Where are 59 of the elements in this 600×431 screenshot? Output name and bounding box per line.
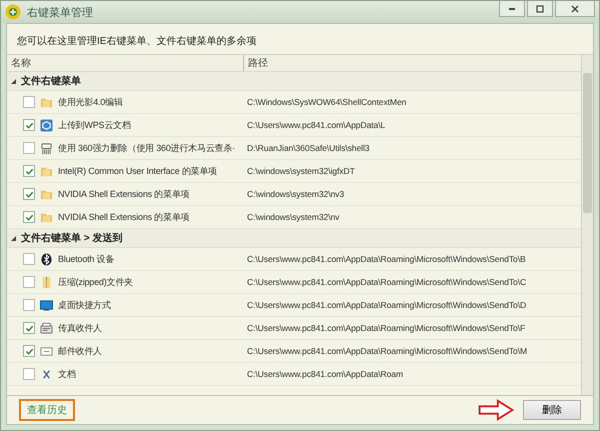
checkbox[interactable] <box>23 345 35 357</box>
item-name: 文档 <box>58 368 76 380</box>
delete-button[interactable]: 删除 <box>523 400 581 420</box>
bluetooth-icon <box>40 252 53 266</box>
cube-icon <box>40 118 53 132</box>
zip-folder-icon <box>40 276 53 288</box>
scrollbar[interactable] <box>581 55 593 395</box>
checkbox[interactable] <box>23 165 35 177</box>
item-name: 邮件收件人 <box>58 344 102 358</box>
desktop-icon <box>40 298 53 312</box>
item-name: Intel(R) Common User Interface 的菜单项 <box>58 164 218 178</box>
minimize-icon <box>509 8 515 10</box>
pointer-arrow <box>477 399 515 421</box>
item-name: 压缩(zipped)文件夹 <box>58 276 133 288</box>
group-header[interactable]: 文件右键菜单 > 发送到 <box>7 229 581 248</box>
item-path: C:\Users\www.pc841.com\AppData\Roaming\Microsoft\Windows\SendTo\F <box>247 323 526 333</box>
item-path: C:\windows\system32\igfxDT <box>247 166 355 176</box>
checkbox[interactable] <box>23 368 35 380</box>
group-header[interactable]: 文件右键菜单 <box>7 72 581 91</box>
description-text: 您可以在这里管理IE右键菜单、文件右键菜单的多余项 <box>16 34 258 49</box>
minimize-button[interactable] <box>499 1 525 17</box>
shredder-icon <box>40 142 53 154</box>
column-header[interactable]: 名称 <box>7 55 243 71</box>
envelope-icon <box>40 344 53 358</box>
close-button[interactable] <box>555 1 595 17</box>
item-name: NVIDIA Shell Extensions 的菜单项 <box>58 210 190 224</box>
item-path: C:\Windows\SysWOW64\ShellContextMen <box>247 97 406 107</box>
maximize-icon <box>535 4 545 14</box>
item-name: 桌面快捷方式 <box>58 298 111 312</box>
checkbox[interactable] <box>23 188 35 200</box>
close-icon <box>570 4 580 14</box>
checkbox[interactable] <box>23 253 35 265</box>
item-name: Bluetooth 设备 <box>58 252 114 266</box>
item-path: C:\Users\www.pc841.com\AppData\Roam <box>247 369 404 379</box>
fax-icon <box>40 322 53 334</box>
item-path: C:\windows\system32\nv3 <box>247 189 344 199</box>
window-title: 右键菜单管理 <box>27 6 93 20</box>
checkbox[interactable] <box>23 96 35 108</box>
item-path: C:\Users\www.pc841.com\AppData\L <box>247 120 386 130</box>
item-path: C:\windows\system32\nv <box>247 212 340 222</box>
view-history-link[interactable]: 查看历史 <box>19 399 75 421</box>
item-name: 使用 360强力删除（使用 360进行木马云查杀· <box>58 142 236 154</box>
checkbox[interactable] <box>23 276 35 288</box>
checkbox[interactable] <box>23 211 35 223</box>
item-path: C:\Users\www.pc841.com\AppData\Roaming\Microsoft\Windows\SendTo\C <box>247 277 526 287</box>
app-logo-icon <box>5 4 21 20</box>
item-name: NVIDIA Shell Extensions 的菜单项 <box>58 188 190 200</box>
item-path: D:\RuanJian\360Safe\Utils\shell3 <box>247 143 370 153</box>
item-path: C:\Users\www.pc841.com\AppData\Roaming\Microsoft\Windows\SendTo\B <box>247 254 526 264</box>
item-name: 传真收件人 <box>58 322 102 334</box>
item-name: 使用光影4.0编辑 <box>58 96 123 108</box>
checkbox[interactable] <box>23 322 35 334</box>
checkbox[interactable] <box>23 119 35 131</box>
checkbox[interactable] <box>23 299 35 311</box>
item-name: 上传到WPS云文档 <box>58 118 131 132</box>
checkbox[interactable] <box>23 142 35 154</box>
item-path: C:\Users\www.pc841.com\AppData\Roaming\Microsoft\Windows\SendTo\M <box>247 346 528 356</box>
item-path: C:\Users\www.pc841.com\AppData\Roaming\Microsoft\Windows\SendTo\D <box>247 300 526 310</box>
maximize-button[interactable] <box>527 1 553 17</box>
